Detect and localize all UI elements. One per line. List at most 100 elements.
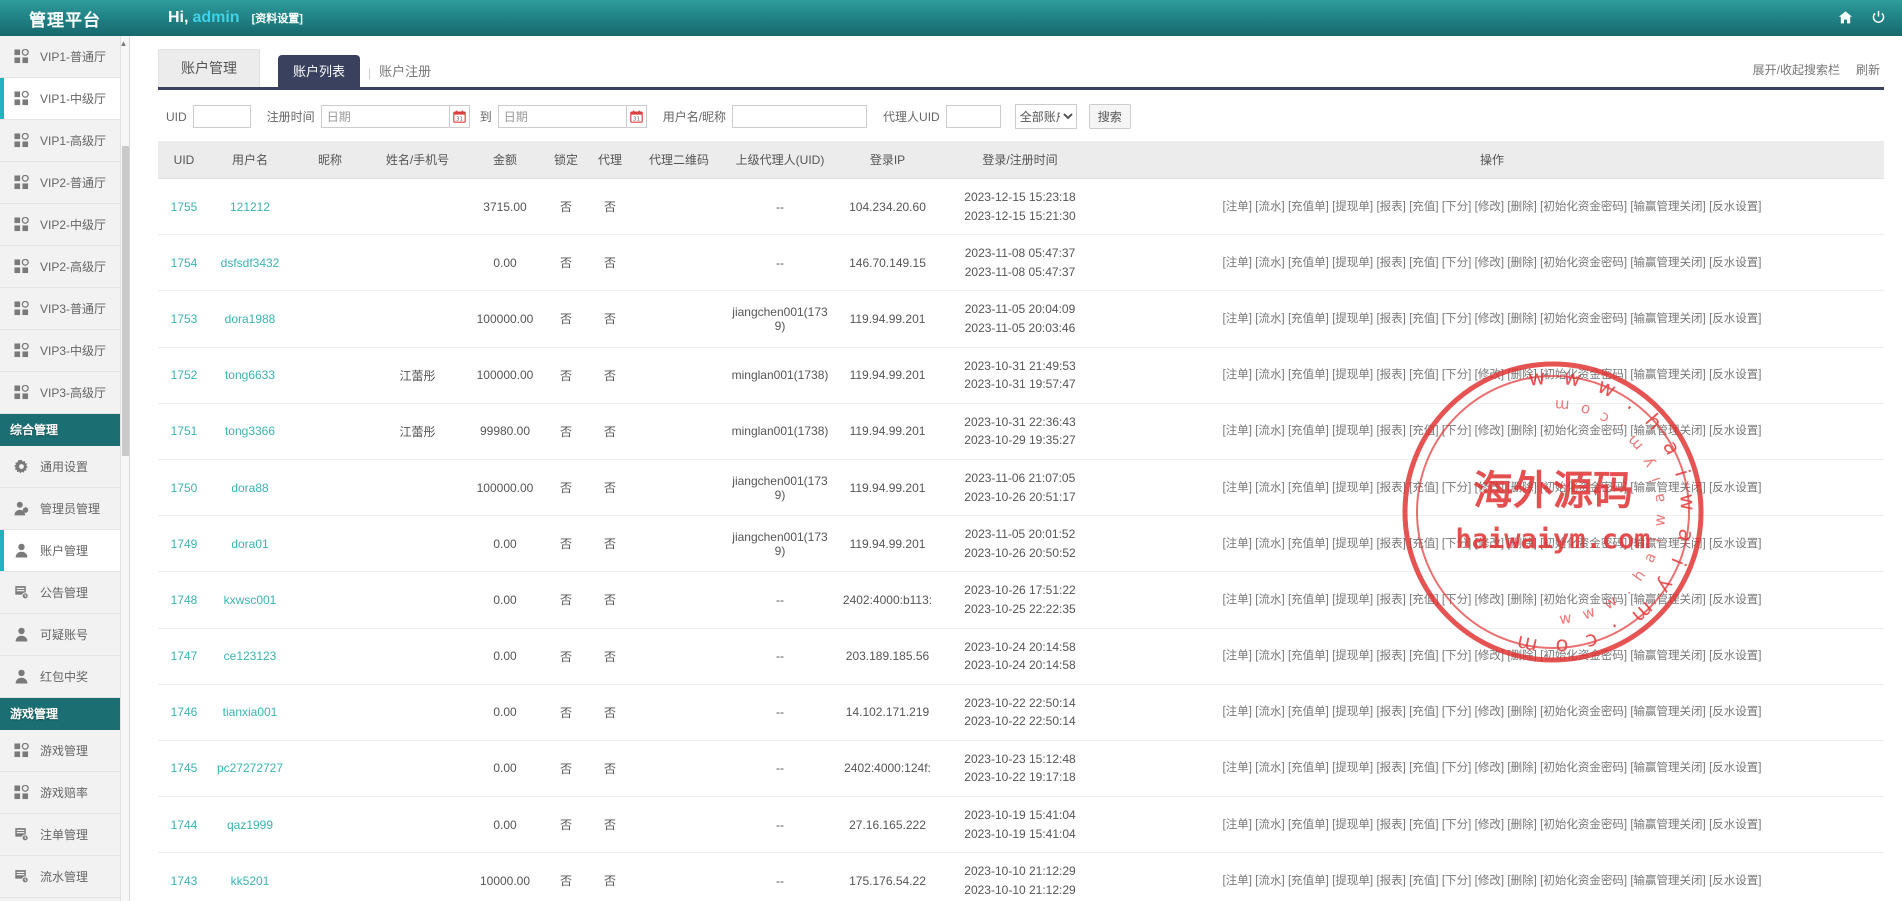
op-link[interactable]: [提现单] [1332, 257, 1373, 269]
op-link[interactable]: [注单] [1223, 201, 1252, 213]
op-link[interactable]: [输赢管理关闭] [1630, 706, 1705, 718]
uid-link[interactable]: 1752 [171, 368, 198, 382]
op-link[interactable]: [反水设置] [1709, 819, 1761, 831]
op-link[interactable]: [下分] [1442, 875, 1471, 887]
op-link[interactable]: [反水设置] [1709, 369, 1761, 381]
op-link[interactable]: [报表] [1376, 201, 1405, 213]
op-link[interactable]: [充值单] [1288, 425, 1329, 437]
op-link[interactable]: [输赢管理关闭] [1630, 650, 1705, 662]
op-link[interactable]: [删除] [1507, 482, 1536, 494]
uid-link[interactable]: 1745 [171, 761, 198, 775]
scroll-up-arrow-icon[interactable]: ▲ [119, 38, 128, 50]
op-link[interactable]: [修改] [1475, 650, 1504, 662]
username-link[interactable]: tianxia001 [223, 705, 278, 719]
op-link[interactable]: [提现单] [1332, 201, 1373, 213]
op-link[interactable]: [初始化资金密码] [1540, 425, 1627, 437]
op-link[interactable]: [流水] [1255, 594, 1284, 606]
username-link[interactable]: qaz1999 [227, 818, 273, 832]
op-link[interactable]: [注单] [1223, 875, 1252, 887]
op-link[interactable]: [充值] [1409, 819, 1438, 831]
op-link[interactable]: [充值] [1409, 762, 1438, 774]
op-link[interactable]: [注单] [1223, 650, 1252, 662]
op-link[interactable]: [反水设置] [1709, 706, 1761, 718]
op-link[interactable]: [修改] [1475, 538, 1504, 550]
uid-link[interactable]: 1749 [171, 537, 198, 551]
op-link[interactable]: [下分] [1442, 369, 1471, 381]
op-link[interactable]: [注单] [1223, 369, 1252, 381]
op-link[interactable]: [充值] [1409, 594, 1438, 606]
op-link[interactable]: [删除] [1507, 257, 1536, 269]
op-link[interactable]: [注单] [1223, 313, 1252, 325]
op-link[interactable]: [下分] [1442, 538, 1471, 550]
sidebar-item-流水管理[interactable]: 流水管理 [0, 856, 129, 898]
op-link[interactable]: [反水设置] [1709, 257, 1761, 269]
op-link[interactable]: [初始化资金密码] [1540, 538, 1627, 550]
op-link[interactable]: [初始化资金密码] [1540, 201, 1627, 213]
username-link[interactable]: dsfsdf3432 [221, 256, 280, 270]
op-link[interactable]: [流水] [1255, 875, 1284, 887]
op-link[interactable]: [提现单] [1332, 594, 1373, 606]
op-link[interactable]: [流水] [1255, 762, 1284, 774]
op-link[interactable]: [充值] [1409, 201, 1438, 213]
op-link[interactable]: [报表] [1376, 538, 1405, 550]
op-link[interactable]: [提现单] [1332, 762, 1373, 774]
op-link[interactable]: [充值] [1409, 538, 1438, 550]
op-link[interactable]: [充值] [1409, 257, 1438, 269]
sidebar-item-管理员管理[interactable]: 管理员管理 [0, 488, 129, 530]
op-link[interactable]: [充值单] [1288, 257, 1329, 269]
op-link[interactable]: [流水] [1255, 482, 1284, 494]
username-link[interactable]: dora88 [231, 481, 268, 495]
op-link[interactable]: [报表] [1376, 369, 1405, 381]
op-link[interactable]: [下分] [1442, 257, 1471, 269]
op-link[interactable]: [报表] [1376, 819, 1405, 831]
op-link[interactable]: [注单] [1223, 257, 1252, 269]
sidebar-item-VIP3-普通厅[interactable]: VIP3-普通厅 [0, 288, 129, 330]
account-type-select[interactable]: 全部账户 [1015, 104, 1077, 129]
sidebar-item-VIP3-中级厅[interactable]: VIP3-中级厅 [0, 330, 129, 372]
op-link[interactable]: [下分] [1442, 594, 1471, 606]
op-link[interactable]: [初始化资金密码] [1540, 706, 1627, 718]
op-link[interactable]: [删除] [1507, 201, 1536, 213]
op-link[interactable]: [充值] [1409, 482, 1438, 494]
op-link[interactable]: [报表] [1376, 425, 1405, 437]
op-link[interactable]: [充值单] [1288, 594, 1329, 606]
op-link[interactable]: [删除] [1507, 369, 1536, 381]
op-link[interactable]: [充值单] [1288, 706, 1329, 718]
home-icon[interactable] [1838, 10, 1853, 27]
username-link[interactable]: pc27272727 [217, 761, 283, 775]
username-link[interactable]: tong6633 [225, 368, 275, 382]
op-link[interactable]: [下分] [1442, 201, 1471, 213]
uid-link[interactable]: 1743 [171, 874, 198, 888]
op-link[interactable]: [流水] [1255, 819, 1284, 831]
op-link[interactable]: [删除] [1507, 425, 1536, 437]
op-link[interactable]: [修改] [1475, 201, 1504, 213]
op-link[interactable]: [初始化资金密码] [1540, 762, 1627, 774]
op-link[interactable]: [初始化资金密码] [1540, 313, 1627, 325]
agent-uid-input[interactable] [946, 105, 1001, 128]
op-link[interactable]: [修改] [1475, 819, 1504, 831]
op-link[interactable]: [反水设置] [1709, 538, 1761, 550]
sidebar-item-账户管理[interactable]: 账户管理 [0, 530, 129, 572]
op-link[interactable]: [输赢管理关闭] [1630, 257, 1705, 269]
refresh-link[interactable]: 刷新 [1856, 61, 1880, 78]
op-link[interactable]: [流水] [1255, 313, 1284, 325]
sidebar-item-注单管理[interactable]: 注单管理 [0, 814, 129, 856]
op-link[interactable]: [充值单] [1288, 819, 1329, 831]
op-link[interactable]: [注单] [1223, 425, 1252, 437]
uid-link[interactable]: 1747 [171, 649, 198, 663]
toggle-search-bar-link[interactable]: 展开/收起搜索栏 [1753, 61, 1840, 78]
op-link[interactable]: [删除] [1507, 594, 1536, 606]
op-link[interactable]: [修改] [1475, 762, 1504, 774]
op-link[interactable]: [反水设置] [1709, 201, 1761, 213]
op-link[interactable]: [下分] [1442, 482, 1471, 494]
op-link[interactable]: [输赢管理关闭] [1630, 538, 1705, 550]
op-link[interactable]: [提现单] [1332, 650, 1373, 662]
sidebar-item-游戏管理[interactable]: 游戏管理 [0, 730, 129, 772]
op-link[interactable]: [初始化资金密码] [1540, 875, 1627, 887]
op-link[interactable]: [提现单] [1332, 819, 1373, 831]
op-link[interactable]: [提现单] [1332, 706, 1373, 718]
op-link[interactable]: [修改] [1475, 706, 1504, 718]
op-link[interactable]: [反水设置] [1709, 650, 1761, 662]
op-link[interactable]: [流水] [1255, 369, 1284, 381]
op-link[interactable]: [报表] [1376, 482, 1405, 494]
